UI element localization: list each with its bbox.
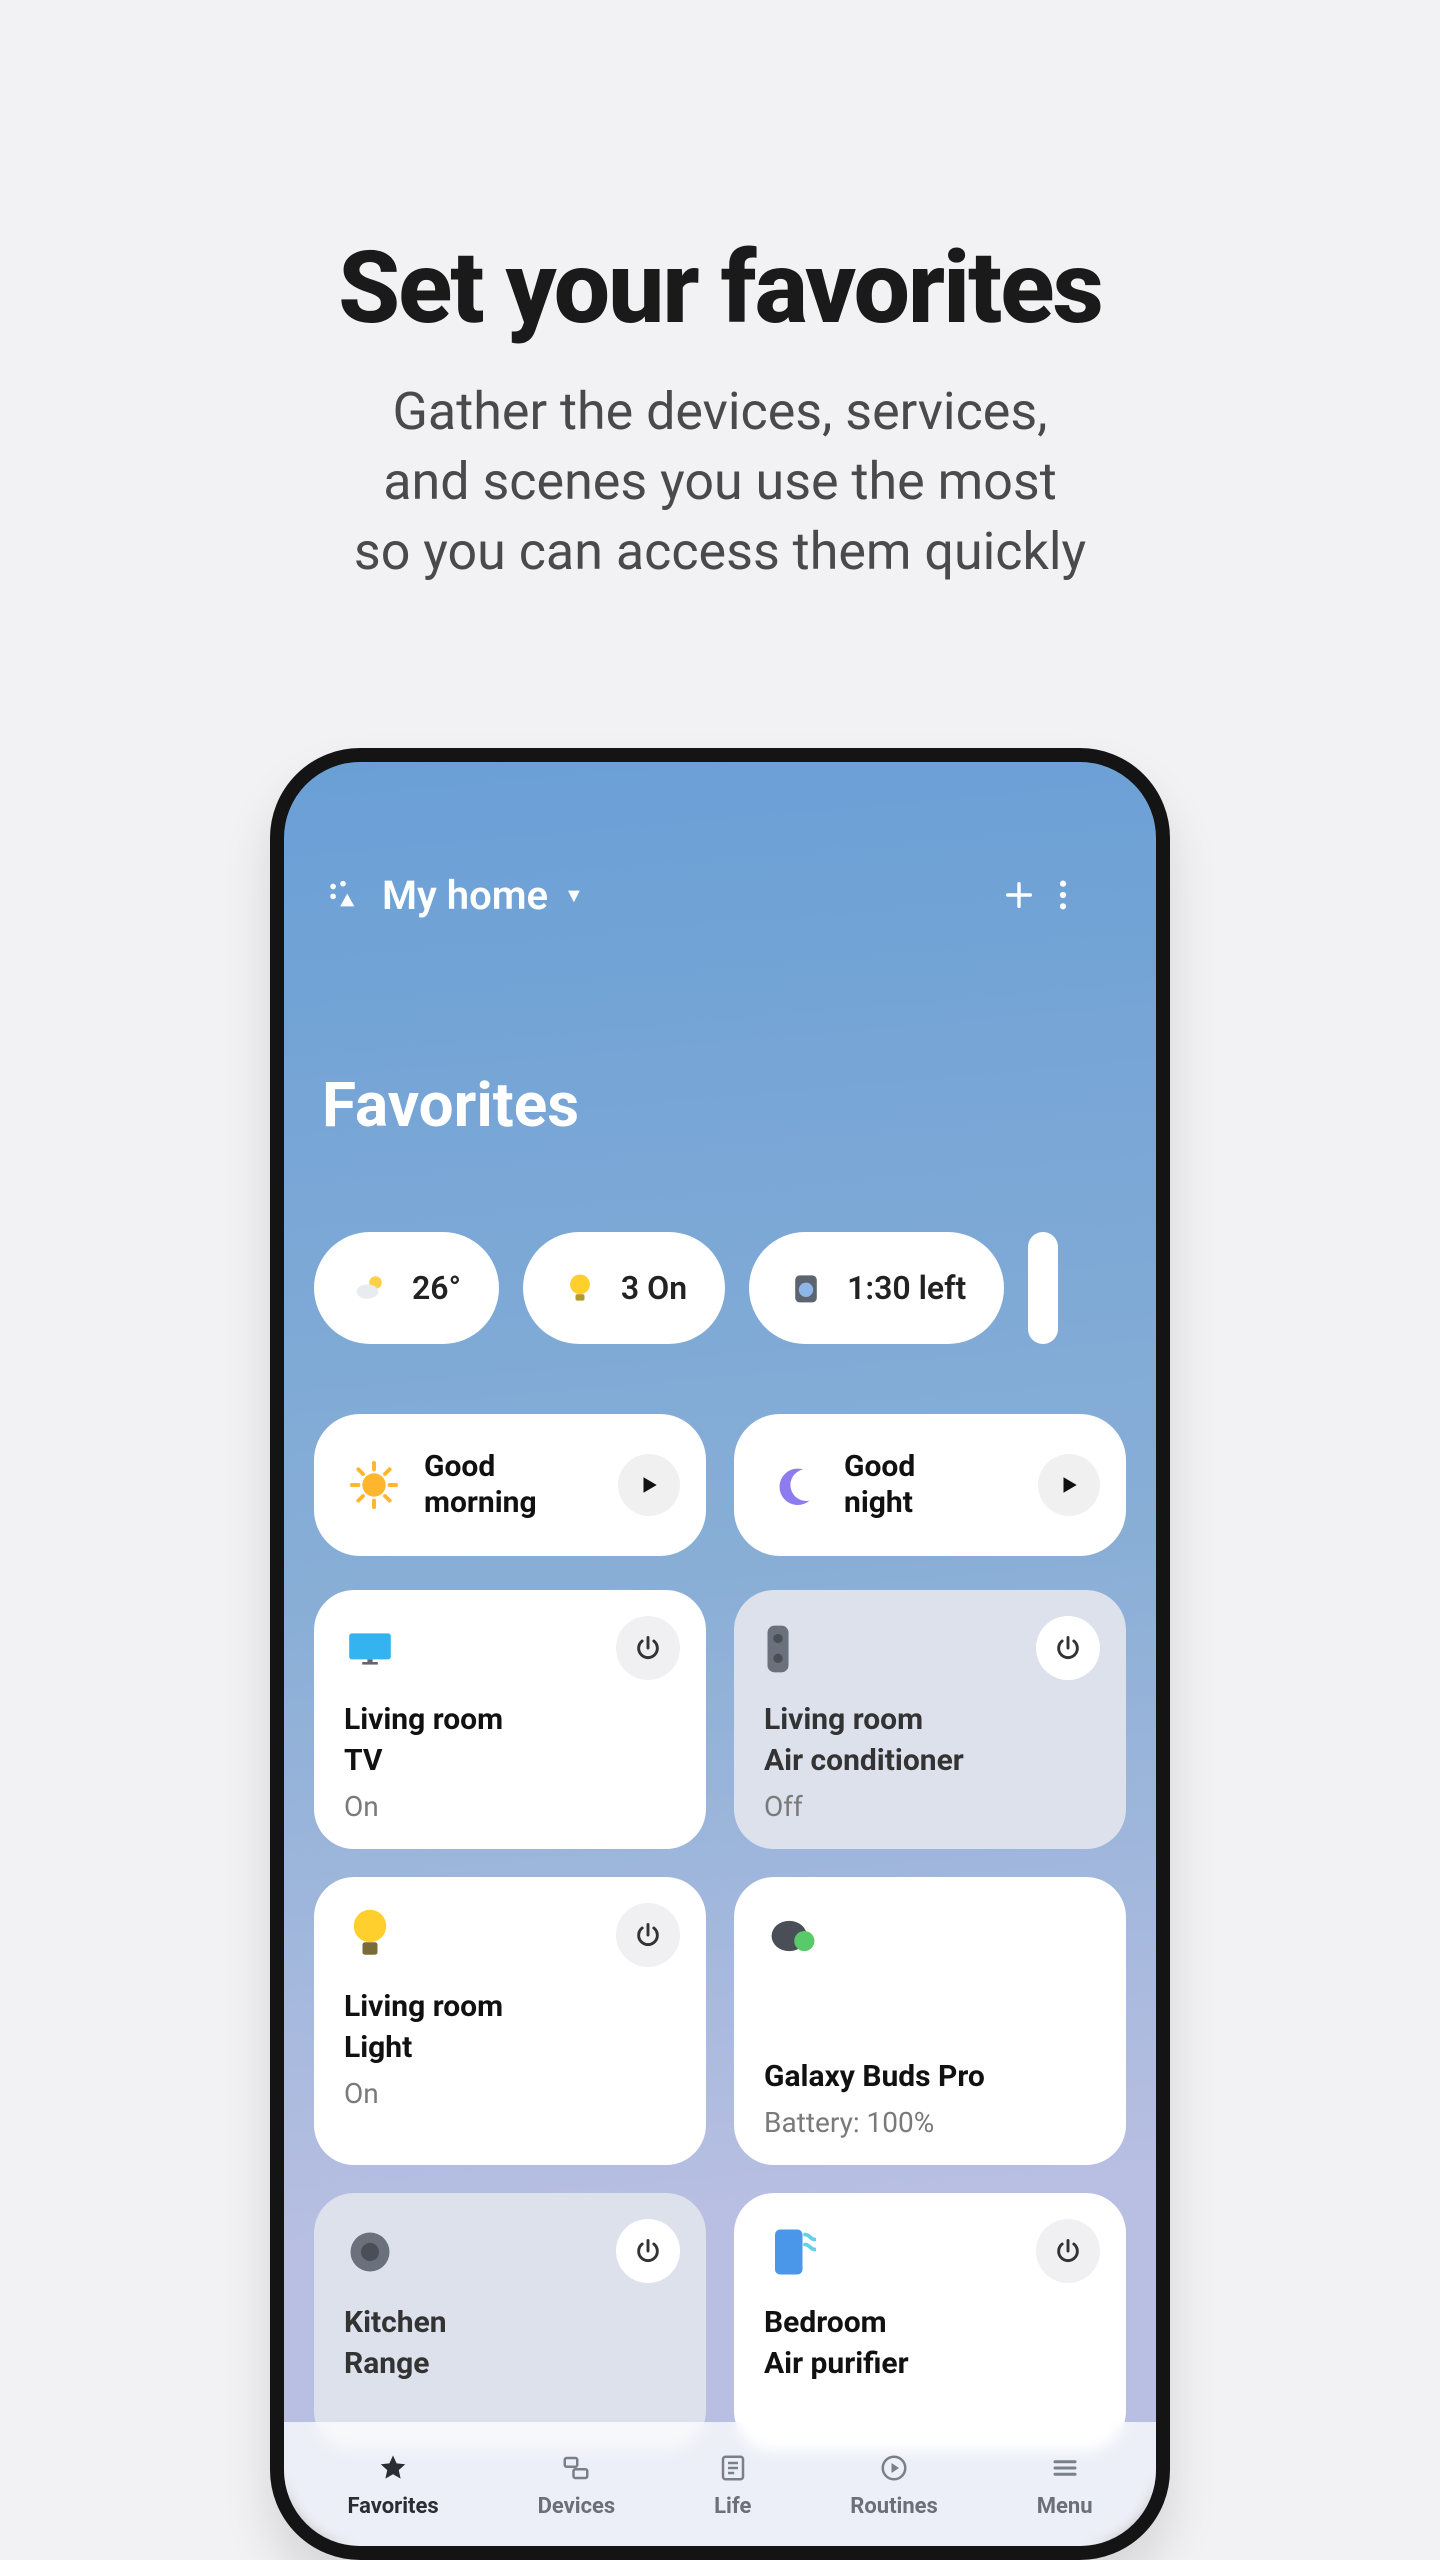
device-room: Kitchen [344, 2305, 676, 2340]
device-room: Bedroom [764, 2305, 1096, 2340]
pill-label: 26° [412, 1269, 461, 1307]
status-pill[interactable] [1028, 1232, 1058, 1344]
location-selector[interactable]: My home [382, 872, 548, 919]
menu-icon [1047, 2450, 1083, 2486]
purifier-icon [764, 2221, 826, 2283]
hero-subtitle: Gather the devices, services, and scenes… [338, 377, 1102, 588]
device-card[interactable]: Living room Light On [314, 1877, 706, 2165]
device-room: Living room [344, 1702, 676, 1737]
status-pill[interactable]: 1:30 left [749, 1232, 1004, 1344]
status-pill-row: 26° 3 On 1:30 left [314, 1232, 1126, 1344]
device-name: Air conditioner [764, 1743, 1096, 1778]
device-name: Light [344, 2030, 676, 2065]
device-status: Off [764, 1790, 1096, 1823]
power-button[interactable] [616, 1616, 680, 1680]
chevron-down-icon[interactable]: ▼ [564, 883, 584, 908]
device-name: Range [344, 2346, 676, 2381]
buds-icon [764, 1905, 826, 1967]
scene-label: Goodmorning [424, 1449, 598, 1521]
page-title: Favorites [322, 1069, 1126, 1142]
run-scene-button[interactable] [1038, 1454, 1100, 1516]
scene-card[interactable]: Goodmorning [314, 1414, 706, 1556]
app-bar: My home ▼ [314, 762, 1126, 919]
power-button[interactable] [616, 2219, 680, 2283]
device-card[interactable]: Living room TV On [314, 1590, 706, 1849]
more-menu-button[interactable] [1058, 878, 1114, 912]
device-status: On [344, 2077, 676, 2110]
scene-card[interactable]: Goodnight [734, 1414, 1126, 1556]
pill-label: 3 On [621, 1269, 687, 1307]
ac-icon [764, 1618, 826, 1680]
tab-label: Menu [1037, 2494, 1093, 2519]
life-icon [715, 2450, 751, 2486]
phone-frame: My home ▼ Favorites 26° 3 On 1:30 left Goo… [270, 748, 1170, 2560]
range-icon [344, 2221, 406, 2283]
device-name: Air purifier [764, 2346, 1096, 2381]
star-icon [375, 2450, 411, 2486]
washer-icon [787, 1269, 825, 1307]
tab-label: Routines [850, 2494, 938, 2519]
pill-label: 1:30 left [847, 1269, 966, 1307]
device-name: Galaxy Buds Pro [764, 2059, 1096, 2094]
tab-label: Devices [538, 2494, 616, 2519]
tv-icon [344, 1618, 406, 1680]
bulb-icon [344, 1905, 406, 1967]
hero: Set your favorites Gather the devices, s… [338, 0, 1102, 588]
moon-icon [764, 1455, 824, 1515]
tab-label: Favorites [347, 2494, 438, 2519]
scene-row: Goodmorning Goodnight [314, 1414, 1126, 1556]
device-status: Battery: 100% [764, 2106, 1096, 2139]
power-button[interactable] [616, 1903, 680, 1967]
status-pill[interactable]: 3 On [523, 1232, 725, 1344]
device-room: Living room [764, 1702, 1096, 1737]
tab-devices[interactable]: Devices [538, 2450, 616, 2519]
bulb-on-icon [561, 1269, 599, 1307]
routines-icon [876, 2450, 912, 2486]
device-status: On [344, 1790, 676, 1823]
add-button[interactable] [1002, 878, 1058, 912]
device-card[interactable]: Living room Air conditioner Off [734, 1590, 1126, 1849]
device-card[interactable]: Bedroom Air purifier [734, 2193, 1126, 2451]
smartthings-logo-icon [326, 878, 360, 912]
hero-title: Set your favorites [338, 230, 1102, 347]
tab-routines[interactable]: Routines [850, 2450, 938, 2519]
tab-label: Life [714, 2494, 751, 2519]
weather-cloud-sun-icon [352, 1269, 390, 1307]
tab-favorites[interactable]: Favorites [347, 2450, 438, 2519]
tab-menu[interactable]: Menu [1037, 2450, 1093, 2519]
tab-life[interactable]: Life [714, 2450, 751, 2519]
device-grid: Living room TV On Living room Air conditione… [314, 1590, 1126, 2451]
run-scene-button[interactable] [618, 1454, 680, 1516]
power-button[interactable] [1036, 1616, 1100, 1680]
status-pill[interactable]: 26° [314, 1232, 499, 1344]
power-button[interactable] [1036, 2219, 1100, 2283]
device-name: TV [344, 1743, 676, 1778]
device-card[interactable]: Kitchen Range [314, 2193, 706, 2451]
bottom-nav: Favorites Devices Life Routines Menu [284, 2422, 1156, 2546]
scene-label: Goodnight [844, 1449, 1018, 1521]
device-room: Living room [344, 1989, 676, 2024]
device-card[interactable]: Galaxy Buds Pro Battery: 100% [734, 1877, 1126, 2165]
devices-icon [558, 2450, 594, 2486]
sun-icon [344, 1455, 404, 1515]
